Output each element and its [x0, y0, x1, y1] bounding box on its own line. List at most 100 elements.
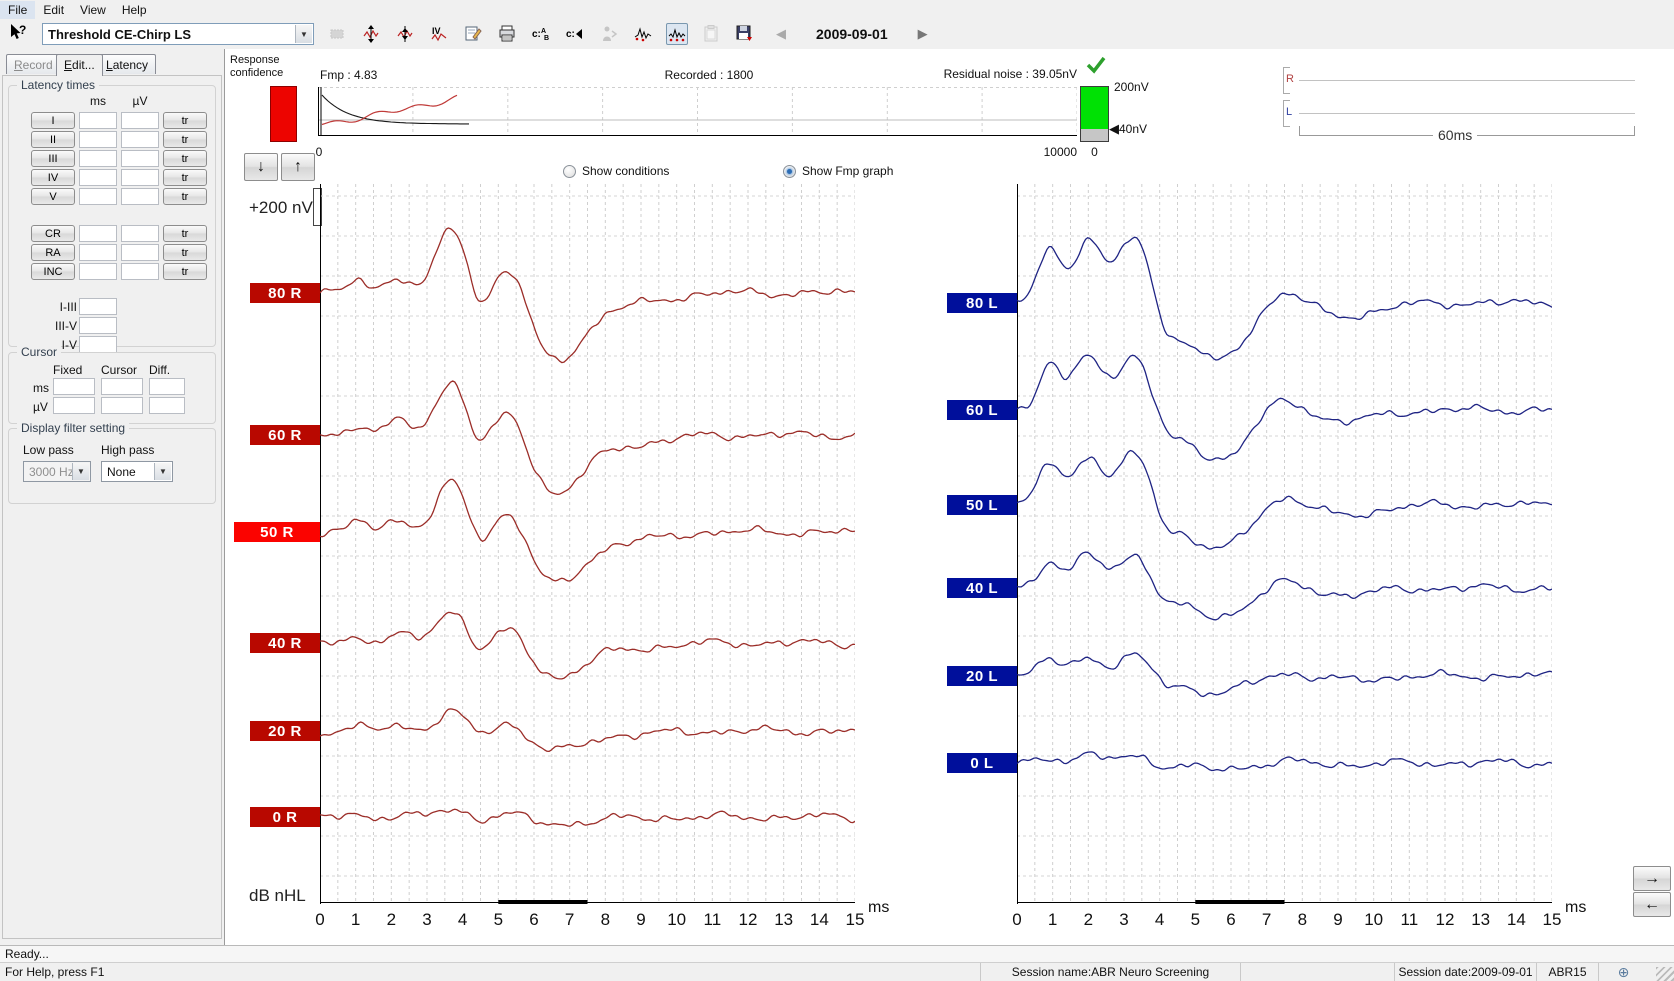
fmp-view-icon[interactable]	[666, 23, 688, 45]
wave-II-button[interactable]: II	[31, 131, 75, 148]
curve-label-80R[interactable]: 80 R	[250, 283, 320, 303]
wave-I-ms-input[interactable]	[79, 112, 117, 129]
wave-V-tr-button[interactable]: tr	[163, 188, 207, 205]
wave-I-uv-input[interactable]	[121, 112, 159, 129]
wave-IV-tr-button[interactable]: tr	[163, 169, 207, 186]
left-ear-waveform-chart[interactable]	[1017, 184, 1552, 904]
menu-edit[interactable]: Edit	[35, 1, 72, 19]
tab-record[interactable]: Record	[6, 54, 61, 74]
shift-window-left-button[interactable]: ←	[1633, 892, 1671, 917]
x-tick-label: 15	[1539, 910, 1565, 930]
latency-times-group: Latency times ms µV ItrIItrIIItrIVtrVtrC…	[8, 85, 216, 347]
status-empty-cell	[1240, 963, 1394, 981]
wave-INC-uv-input[interactable]	[121, 263, 159, 280]
next-session-button[interactable]: ▶	[914, 26, 932, 42]
wave-I-tr-button[interactable]: tr	[163, 112, 207, 129]
cursor-diff-ms-input[interactable]	[149, 378, 185, 395]
dotted-box-icon[interactable]	[326, 23, 348, 45]
wave-INC-tr-button[interactable]: tr	[163, 263, 207, 280]
wave-II-tr-button[interactable]: tr	[163, 131, 207, 148]
show-conditions-radio[interactable]: Show conditions	[563, 164, 669, 178]
wave-CR-tr-button[interactable]: tr	[163, 225, 207, 242]
shift-window-right-button[interactable]: →	[1633, 866, 1671, 891]
paste-icon[interactable]	[700, 23, 722, 45]
enlarge-curves-icon[interactable]	[360, 23, 382, 45]
context-help-icon[interactable]: ?	[8, 23, 28, 46]
curve-label-80L[interactable]: 80 L	[947, 293, 1017, 313]
interpeak-III-V-input[interactable]	[79, 317, 117, 334]
protocol-select[interactable]: Threshold CE-Chirp LS ▼	[42, 23, 314, 45]
resize-grip[interactable]	[1656, 967, 1674, 981]
wave-III-button[interactable]: III	[31, 150, 75, 167]
chevron-down-icon[interactable]: ▼	[72, 463, 89, 480]
x-tick-label: 9	[628, 910, 654, 930]
chevron-down-icon[interactable]: ▼	[154, 463, 171, 480]
wave-V-uv-input[interactable]	[121, 188, 159, 205]
abr-trace-0R[interactable]	[320, 809, 855, 826]
curve-label-50R[interactable]: 50 R	[234, 522, 320, 542]
wave-IV-button[interactable]: IV	[31, 169, 75, 186]
monitor-sound-icon[interactable]: c:	[564, 23, 586, 45]
wave-III-uv-input[interactable]	[121, 150, 159, 167]
curve-label-50L[interactable]: 50 L	[947, 495, 1017, 515]
cursor-cursor-uv-input[interactable]	[101, 397, 143, 414]
wave-RA-button[interactable]: RA	[31, 244, 75, 261]
curve-label-0R[interactable]: 0 R	[250, 807, 320, 827]
menu-view[interactable]: View	[72, 1, 114, 19]
cursor-group: Cursor Fixed Cursor Diff. ms µV	[8, 352, 216, 424]
right-ear-waveform-chart[interactable]	[320, 184, 855, 904]
previous-session-button[interactable]: ◀	[772, 26, 790, 42]
curve-label-60L[interactable]: 60 L	[947, 400, 1017, 420]
curve-label-60R[interactable]: 60 R	[250, 425, 320, 445]
edit-report-icon[interactable]	[462, 23, 484, 45]
shift-curves-up-button[interactable]: ↑	[281, 153, 315, 181]
wave-RA-uv-input[interactable]	[121, 244, 159, 261]
wave-INC-button[interactable]: INC	[31, 263, 75, 280]
wave-RA-tr-button[interactable]: tr	[163, 244, 207, 261]
wave-CR-button[interactable]: CR	[31, 225, 75, 242]
show-fmp-graph-radio[interactable]: Show Fmp graph	[783, 164, 893, 178]
wave-III-tr-button[interactable]: tr	[163, 150, 207, 167]
cursor-cursor-ms-input[interactable]	[101, 378, 143, 395]
wave-II-uv-input[interactable]	[121, 131, 159, 148]
wave-INC-ms-input[interactable]	[79, 263, 117, 280]
interpeak-I-V-input[interactable]	[79, 336, 117, 353]
tab-edit[interactable]: Edit...	[56, 54, 103, 76]
abr-trace-50R[interactable]	[320, 479, 855, 581]
menu-help[interactable]: Help	[114, 1, 155, 19]
cursor-diff-uv-input[interactable]	[149, 397, 185, 414]
wave-V-ms-input[interactable]	[79, 188, 117, 205]
curve-label-0L[interactable]: 0 L	[947, 753, 1017, 773]
wave-V-button[interactable]: V	[31, 188, 75, 205]
low-pass-select[interactable]: 3000 Hz ▼	[23, 461, 91, 482]
curve-label-20L[interactable]: 20 L	[947, 666, 1017, 686]
chevron-down-icon[interactable]: ▼	[295, 25, 312, 43]
peak-markers-icon[interactable]	[632, 23, 654, 45]
interpeak-I-III-input[interactable]	[79, 298, 117, 315]
tab-latency[interactable]: Latency	[98, 54, 156, 74]
x-tick-label: 0	[307, 910, 333, 930]
wave-IV-uv-input[interactable]	[121, 169, 159, 186]
cursor-fixed-ms-input[interactable]	[53, 378, 95, 395]
shift-curves-down-button[interactable]: ↓	[244, 153, 278, 181]
latency-norms-icon[interactable]: IV	[428, 23, 450, 45]
wave-I-button[interactable]: I	[31, 112, 75, 129]
talk-back-icon[interactable]: c:AB	[530, 23, 552, 45]
curve-label-40L[interactable]: 40 L	[947, 578, 1017, 598]
wave-RA-ms-input[interactable]	[79, 244, 117, 261]
wave-CR-uv-input[interactable]	[121, 225, 159, 242]
wave-II-ms-input[interactable]	[79, 131, 117, 148]
menu-file[interactable]: File	[0, 1, 35, 19]
high-pass-select[interactable]: None ▼	[101, 461, 173, 482]
curve-label-20R[interactable]: 20 R	[250, 721, 320, 741]
curve-label-40R[interactable]: 40 R	[250, 633, 320, 653]
pass-check-icon	[1085, 55, 1107, 78]
wave-III-ms-input[interactable]	[79, 150, 117, 167]
save-session-icon[interactable]	[734, 23, 756, 45]
wave-IV-ms-input[interactable]	[79, 169, 117, 186]
cursor-fixed-uv-input[interactable]	[53, 397, 95, 414]
print-icon[interactable]	[496, 23, 518, 45]
talk-forward-icon[interactable]	[598, 23, 620, 45]
wave-CR-ms-input[interactable]	[79, 225, 117, 242]
reduce-curves-icon[interactable]	[394, 23, 416, 45]
